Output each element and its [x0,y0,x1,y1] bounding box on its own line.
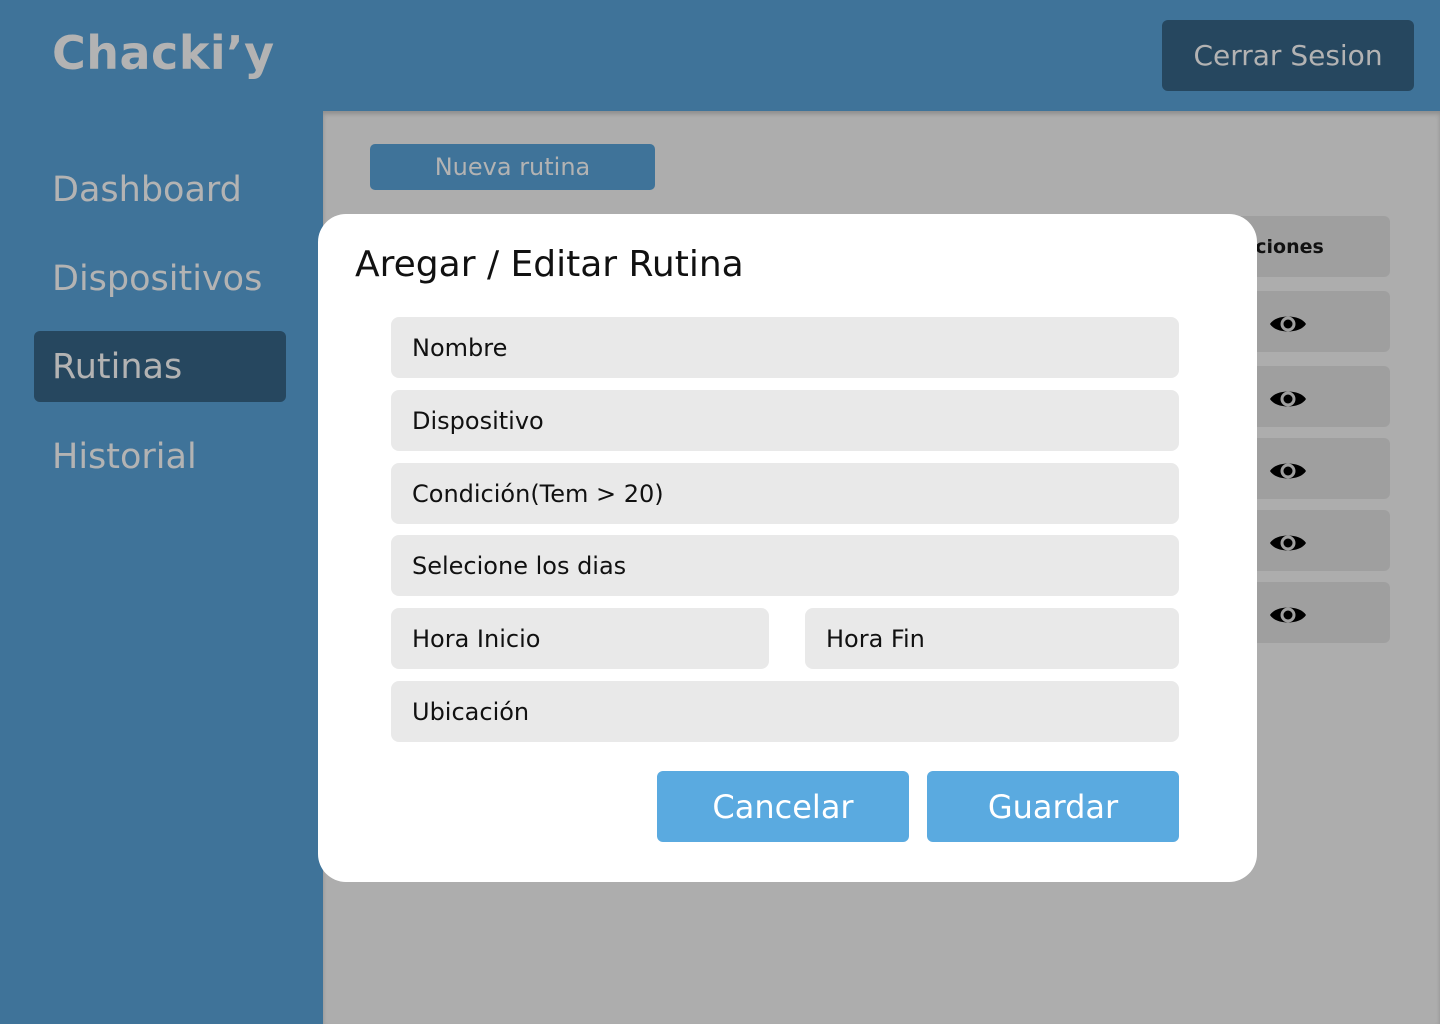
sidebar: Dashboard Dispositivos Rutinas Historial [0,111,323,1024]
save-button[interactable]: Guardar [927,771,1179,842]
start-time-field[interactable]: Hora Inicio [391,608,769,669]
name-field[interactable]: Nombre [391,317,1179,378]
routine-modal: Aregar / Editar Rutina Nombre Dispositiv… [318,214,1257,882]
eye-icon[interactable] [1269,386,1307,412]
days-select[interactable]: Selecione los dias [391,535,1179,596]
sidebar-item-dashboard[interactable]: Dashboard [34,154,286,225]
sidebar-item-rutinas[interactable]: Rutinas [34,331,286,402]
device-field[interactable]: Dispositivo [391,390,1179,451]
modal-title: Aregar / Editar Rutina [355,244,744,285]
logout-button[interactable]: Cerrar Sesion [1162,20,1414,91]
eye-icon[interactable] [1269,602,1307,628]
sidebar-item-historial[interactable]: Historial [34,421,286,492]
cancel-button[interactable]: Cancelar [657,771,909,842]
sidebar-item-dispositivos[interactable]: Dispositivos [34,243,286,314]
condition-field[interactable]: Condición(Tem > 20) [391,463,1179,524]
eye-icon[interactable] [1269,530,1307,556]
new-routine-button[interactable]: Nueva rutina [370,144,655,190]
eye-icon[interactable] [1269,311,1307,337]
eye-icon[interactable] [1269,458,1307,484]
end-time-field[interactable]: Hora Fin [805,608,1179,669]
top-bar: Chacki’y Cerrar Sesion [0,0,1440,111]
location-field[interactable]: Ubicación [391,681,1179,742]
app-logo: Chacki’y [52,26,275,80]
